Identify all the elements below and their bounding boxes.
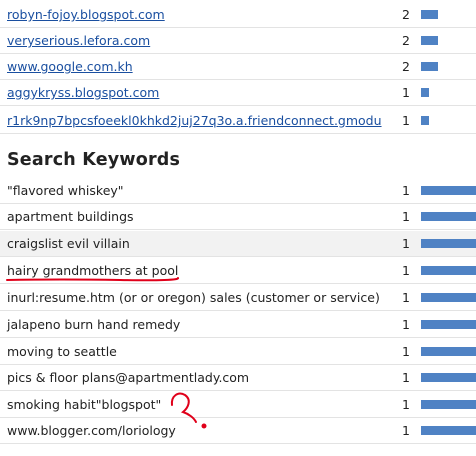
keyword-count: 1	[402, 423, 410, 438]
keyword-row: moving to seattle 1	[0, 339, 476, 365]
keyword-bar	[421, 400, 476, 409]
referrer-row: veryserious.lefora.com 2	[0, 28, 476, 54]
keyword-label: apartment buildings	[7, 209, 134, 224]
referrer-count: 2	[402, 59, 410, 74]
referrer-link[interactable]: www.google.com.kh	[7, 59, 133, 74]
keyword-count: 1	[402, 397, 410, 412]
referrer-count: 2	[402, 33, 410, 48]
keyword-bar	[421, 186, 476, 195]
referrer-row: robyn-fojoy.blogspot.com 2	[0, 2, 476, 28]
referrer-link[interactable]: veryserious.lefora.com	[7, 33, 150, 48]
referrer-count: 1	[402, 85, 410, 100]
keyword-row: hairy grandmothers at pool 1	[0, 258, 476, 284]
keyword-bar	[421, 266, 476, 275]
referrer-row: www.google.com.kh 2	[0, 54, 476, 80]
keyword-bar	[421, 212, 476, 221]
keyword-label: jalapeno burn hand remedy	[7, 317, 181, 332]
keyword-label: hairy grandmothers at pool	[7, 263, 179, 278]
search-keywords-heading: Search Keywords	[7, 150, 181, 170]
keyword-row: "flavored whiskey" 1	[0, 178, 476, 204]
keyword-label: pics & floor plans@apartmentlady.com	[7, 370, 250, 385]
keyword-row: pics & floor plans@apartmentlady.com 1	[0, 365, 476, 391]
referrer-count: 1	[402, 113, 410, 128]
keyword-count: 1	[402, 209, 410, 224]
keyword-row: inurl:resume.htm (or or oregon) sales (c…	[0, 285, 476, 311]
keyword-label: inurl:resume.htm (or or oregon) sales (c…	[7, 290, 380, 305]
keyword-count: 1	[402, 183, 410, 198]
keyword-row: www.blogger.com/loriology 1	[0, 418, 476, 444]
keyword-count: 1	[402, 370, 410, 385]
referrer-row: aggykryss.blogspot.com 1	[0, 80, 476, 106]
keyword-bar	[421, 293, 476, 302]
keyword-bar	[421, 426, 476, 435]
keyword-bar	[421, 347, 476, 356]
keyword-count: 1	[402, 236, 410, 251]
referrer-link[interactable]: r1rk9np7bpcsfoeekl0khkd2juj27q3o.a.frien…	[7, 113, 382, 128]
keyword-count: 1	[402, 317, 410, 332]
keyword-label: "flavored whiskey"	[7, 183, 124, 198]
keyword-bar	[421, 239, 476, 248]
keyword-count: 1	[402, 263, 410, 278]
referrer-bar	[421, 36, 438, 45]
keyword-row: jalapeno burn hand remedy 1	[0, 312, 476, 338]
keyword-bar	[421, 373, 476, 382]
keyword-label: moving to seattle	[7, 344, 117, 359]
keyword-count: 1	[402, 344, 410, 359]
keyword-label: craigslist evil villain	[7, 236, 130, 251]
keyword-label: www.blogger.com/loriology	[7, 423, 176, 438]
keyword-row: apartment buildings 1	[0, 204, 476, 230]
referrer-link[interactable]: aggykryss.blogspot.com	[7, 85, 159, 100]
keyword-row: craigslist evil villain 1	[0, 231, 476, 257]
keyword-row: smoking habit"blogspot" 1	[0, 392, 476, 418]
keyword-label: smoking habit"blogspot"	[7, 397, 162, 412]
referrer-bar	[421, 116, 429, 125]
keyword-count: 1	[402, 290, 410, 305]
referrer-bar	[421, 62, 438, 71]
referrer-row: r1rk9np7bpcsfoeekl0khkd2juj27q3o.a.frien…	[0, 106, 476, 134]
referrer-bar	[421, 88, 429, 97]
keyword-bar	[421, 320, 476, 329]
referrer-bar	[421, 10, 438, 19]
stats-panel: robyn-fojoy.blogspot.com 2 veryserious.l…	[0, 0, 476, 456]
referrer-count: 2	[402, 7, 410, 22]
referrer-link[interactable]: robyn-fojoy.blogspot.com	[7, 7, 165, 22]
